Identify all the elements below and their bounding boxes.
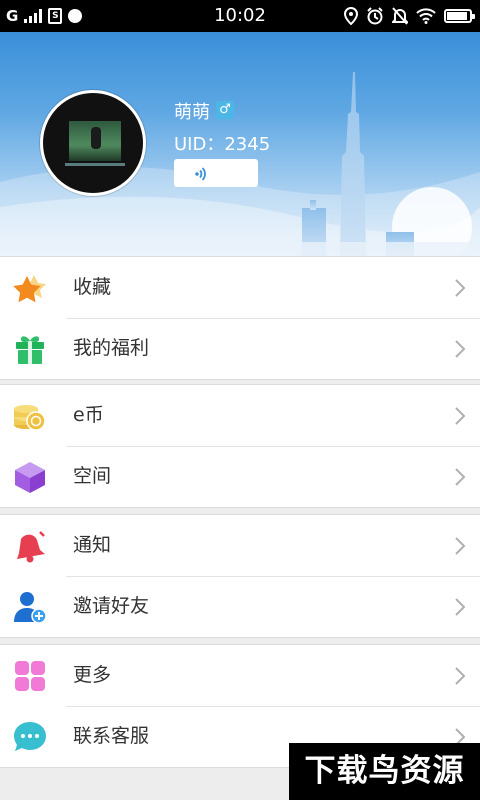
chevron-right-icon: [455, 340, 466, 358]
menu-item-invite-friends[interactable]: 邀请好友: [0, 576, 480, 637]
mute-icon: [392, 7, 408, 25]
chevron-right-icon: [455, 279, 466, 297]
chevron-right-icon: [455, 537, 466, 555]
chevron-right-icon: [455, 468, 466, 486]
location-icon: [344, 7, 358, 25]
add-friend-icon: [14, 592, 47, 624]
chevron-right-icon: [455, 598, 466, 616]
battery-icon: [444, 9, 475, 23]
status-bar: G S 10:02: [0, 0, 480, 32]
bell-icon: [17, 531, 45, 563]
gift-icon: [16, 336, 44, 364]
menu-item-more[interactable]: 更多: [0, 645, 480, 706]
menu-item-favorites[interactable]: 收藏: [0, 257, 480, 318]
menu-item-space[interactable]: 空间: [0, 446, 480, 507]
avatar-caption-strip: [65, 163, 125, 166]
menu-item-benefits[interactable]: 我的福利: [0, 318, 480, 379]
cube-icon: [15, 462, 45, 493]
menu-group-2: e币 空间: [0, 384, 480, 508]
menu-item-label: 更多: [73, 664, 112, 686]
wifi-icon: [416, 8, 436, 24]
chevron-right-icon: [455, 407, 466, 425]
chevron-right-icon: [455, 667, 466, 685]
avatar[interactable]: [40, 90, 146, 196]
menu-item-label: 我的福利: [73, 337, 150, 359]
user-id: UID：2345: [174, 134, 271, 155]
menu-item-notifications[interactable]: 通知: [0, 515, 480, 576]
grid-icon: [15, 661, 45, 691]
menu-group-3: 通知 邀请好友: [0, 514, 480, 638]
menu-item-label: 收藏: [73, 276, 112, 298]
coins-icon: [14, 405, 46, 431]
alarm-icon: [367, 7, 383, 25]
menu-item-label: 联系客服: [73, 725, 150, 747]
chat-icon: [14, 722, 46, 751]
star-icon: [13, 275, 46, 303]
sign-wave-icon: [195, 167, 206, 181]
watermark-logo: 下载鸟资源: [289, 743, 480, 800]
menu-item-label: e币: [73, 404, 104, 426]
sign-in-button[interactable]: [174, 159, 258, 187]
username: 萌萌: [174, 102, 210, 123]
profile-header: 萌萌 ♂ UID：2345: [0, 32, 480, 256]
status-right: [344, 0, 475, 32]
menu-item-label: 邀请好友: [73, 595, 150, 617]
male-icon: ♂: [216, 101, 234, 119]
menu-item-ecoin[interactable]: e币: [0, 385, 480, 446]
avatar-photo: [69, 121, 121, 161]
menu-item-label: 空间: [73, 465, 112, 487]
menu-item-label: 通知: [73, 534, 112, 556]
menu-group-1: 收藏 我的福利: [0, 256, 480, 380]
